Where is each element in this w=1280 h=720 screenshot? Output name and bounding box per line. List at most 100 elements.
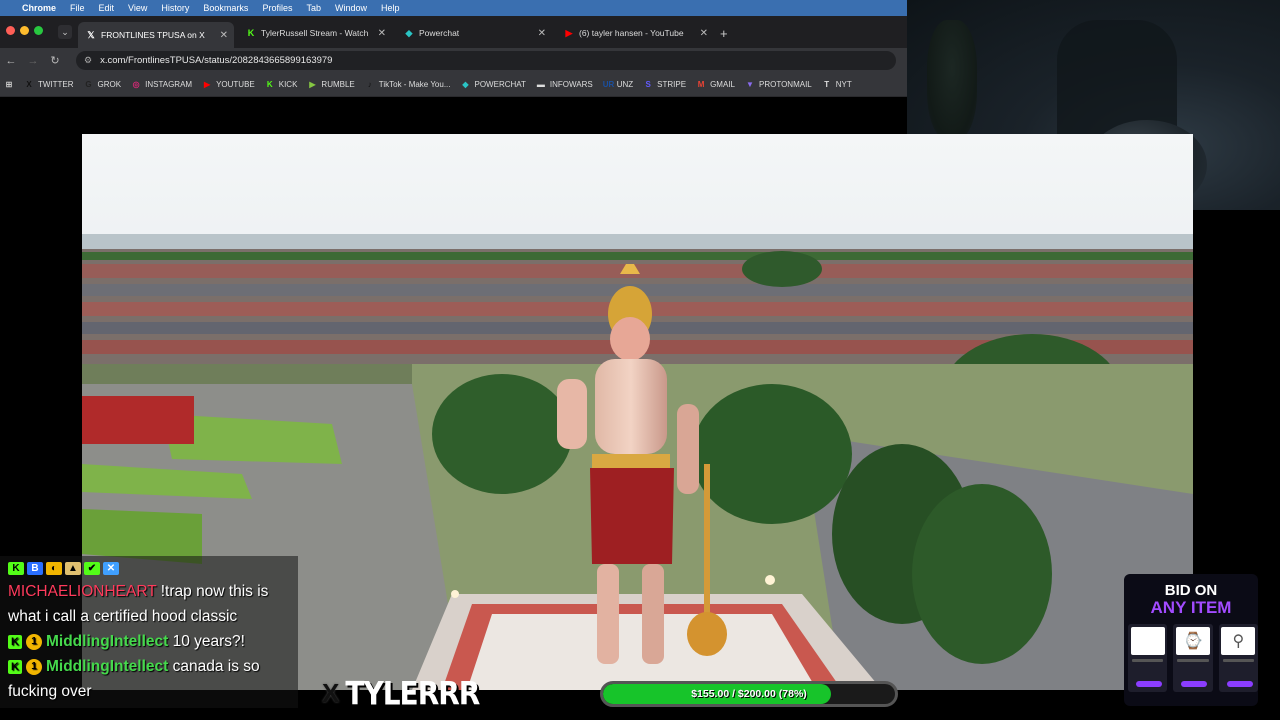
forward-icon[interactable]: → <box>22 55 44 67</box>
kick-icon: K <box>247 28 255 38</box>
tab-label: (6) tayler hansen - YouTube <box>579 28 684 38</box>
chat-text: 10 years?! <box>168 633 245 650</box>
bookmarks-bar: ⊞ X TWITTER G GROK ◎ INSTAGRAM ▶ YOUTUBE K KICK ▶ R… <box>0 73 907 97</box>
auction-item-card[interactable]: ⌚ <box>1173 624 1213 692</box>
x-logo-icon: X <box>322 677 340 708</box>
x-icon: 𝕏 <box>87 30 95 40</box>
menu-history[interactable]: History <box>161 3 189 13</box>
donation-goal-label: $155.00 / $200.00 (78%) <box>691 688 807 700</box>
bookmark-favicon-icon: ▶ <box>204 79 211 89</box>
bookmark-favicon-icon: UR <box>602 79 615 89</box>
apps-grid-icon[interactable]: ⊞ <box>4 80 14 90</box>
reload-icon[interactable]: ↻ <box>44 54 66 67</box>
close-window-button[interactable] <box>6 26 15 35</box>
menu-profiles[interactable]: Profiles <box>262 3 292 13</box>
bookmark-favicon-icon: M <box>697 79 705 89</box>
bookmark-label: INFOWARS <box>549 80 593 89</box>
item-text-line <box>1222 659 1254 662</box>
tab-label: TylerRussell Stream - Watch <box>261 28 369 38</box>
bookmark-favicon-icon: ▼ <box>746 79 754 89</box>
menubar-app-name[interactable]: Chrome <box>22 3 56 13</box>
bookmark-label: NYT <box>835 80 852 89</box>
streamer-name: TYLERRR <box>345 674 480 712</box>
donation-goal-bar: $155.00 / $200.00 (78%) <box>600 681 898 707</box>
tab-powerchat[interactable]: ◆ Powerchat ✕ <box>396 22 552 44</box>
close-tab-icon[interactable]: ✕ <box>378 28 386 39</box>
webcam-plant <box>927 20 977 140</box>
menu-help[interactable]: Help <box>381 3 400 13</box>
maximize-window-button[interactable] <box>34 26 43 35</box>
close-tab-icon[interactable]: ✕ <box>700 28 708 39</box>
chat-overlay: K B ◐ ▲ ✔ ✕ MICHAELIONHEART !trap now th… <box>0 556 298 708</box>
bid-button[interactable] <box>1181 681 1208 687</box>
bookmark-youtube[interactable]: ▶ YOUTUBE <box>202 80 255 90</box>
earrings-icon: ⚲ <box>1221 627 1256 655</box>
browser-tab-bar: ⌄ 𝕏 FRONTLINES TPUSA on X ✕ K TylerRusse… <box>0 16 907 48</box>
tab-youtube[interactable]: ▶ (6) tayler hansen - YouTube ✕ <box>556 22 714 44</box>
bookmark-label: GROK <box>97 80 122 89</box>
bookmark-favicon-icon: T <box>824 79 830 89</box>
tab-frontlines[interactable]: 𝕏 FRONTLINES TPUSA on X ✕ <box>78 22 234 48</box>
auction-title: BID ON <box>1164 582 1218 599</box>
bookmark-favicon-icon: ◎ <box>132 79 140 89</box>
auction-item-card[interactable]: ⚲ <box>1218 624 1258 692</box>
chat-username[interactable]: MiddlingIntellect <box>46 633 168 650</box>
bookmark-label: KICK <box>278 80 298 89</box>
coin-badge-icon: 1 <box>26 633 42 650</box>
bid-button[interactable] <box>1136 681 1162 687</box>
address-bar[interactable]: ⚙ x.com/FrontlinesTPUSA/status/208284366… <box>76 51 896 70</box>
menu-edit[interactable]: Edit <box>99 3 115 13</box>
bookmark-label: RUMBLE <box>321 80 355 89</box>
bookmark-twitter[interactable]: X TWITTER <box>24 79 73 90</box>
streamer-logo: X TYLERRR <box>322 674 480 712</box>
menu-tab[interactable]: Tab <box>306 3 321 13</box>
url-text[interactable]: x.com/FrontlinesTPUSA/status/20828436658… <box>100 55 332 66</box>
bookmark-label: STRIPE <box>657 80 687 89</box>
bookmark-favicon-icon: X <box>26 79 32 89</box>
coin-badge-icon: 1 <box>26 658 42 675</box>
gold-badge-icon: ◐ <box>46 562 62 575</box>
auction-panel[interactable]: BID ON ANY ITEM ⌚ ⚲ <box>1124 574 1258 706</box>
bookmark-favicon-icon: ◆ <box>462 79 469 89</box>
bookmark-favicon-icon: G <box>85 79 92 89</box>
new-tab-icon[interactable]: + <box>720 26 728 41</box>
close-tab-icon[interactable]: ✕ <box>220 30 228 41</box>
bookmark-label: UNZ <box>616 80 634 89</box>
bookmark-label: YOUTUBE <box>216 80 255 89</box>
watch-icon: ⌚ <box>1175 627 1210 655</box>
minimize-window-button[interactable] <box>20 26 29 35</box>
bookmark-stripe[interactable]: S STRIPE <box>643 79 687 90</box>
bookmark-instagram[interactable]: ◎ INSTAGRAM <box>131 80 192 90</box>
check-badge-icon: ✔ <box>84 562 100 575</box>
bid-button[interactable] <box>1226 681 1253 687</box>
chat-username[interactable]: MICHAELIONHEART <box>8 583 156 600</box>
blue-badge-icon: B <box>27 562 43 575</box>
bookmark-kick[interactable]: K KICK <box>265 80 298 90</box>
bookmark-tiktok-make-you[interactable]: ♪ TikTok - Make You... <box>365 80 451 90</box>
chat-username[interactable]: MiddlingIntellect <box>46 658 168 675</box>
bookmark-rumble[interactable]: ▶ RUMBLE <box>307 80 354 90</box>
bookmark-powerchat[interactable]: ◆ POWERCHAT <box>461 79 525 90</box>
bookmark-grok[interactable]: G GROK <box>84 79 122 90</box>
tab-kick-stream[interactable]: K TylerRussell Stream - Watch ✕ <box>238 22 392 44</box>
powerchat-icon: ◆ <box>405 28 413 38</box>
menu-view[interactable]: View <box>128 3 147 13</box>
bookmark-favicon-icon: ▬ <box>536 79 545 89</box>
tab-search-chevron-icon[interactable]: ⌄ <box>58 25 72 39</box>
menu-file[interactable]: File <box>70 3 85 13</box>
bookmark-gmail[interactable]: M GMAIL <box>696 80 735 90</box>
bookmark-protonmail[interactable]: ▼ PROTONMAIL <box>745 80 812 90</box>
auction-item-card[interactable] <box>1128 624 1168 692</box>
site-info-icon[interactable]: ⚙ <box>84 55 92 66</box>
menu-window[interactable]: Window <box>335 3 367 13</box>
bookmark-unz[interactable]: UR UNZ <box>603 80 633 90</box>
bookmark-nyt[interactable]: T NYT <box>822 79 852 90</box>
menu-bookmarks[interactable]: Bookmarks <box>203 3 248 13</box>
auction-items: ⌚ ⚲ <box>1124 624 1258 692</box>
back-icon[interactable]: ← <box>0 55 22 67</box>
bookmark-favicon-icon: S <box>645 79 651 89</box>
item-text-line <box>1132 659 1164 662</box>
bookmark-favicon-icon: ▶ <box>309 79 316 89</box>
close-tab-icon[interactable]: ✕ <box>538 28 546 39</box>
bookmark-infowars[interactable]: ▬ INFOWARS <box>536 80 593 90</box>
